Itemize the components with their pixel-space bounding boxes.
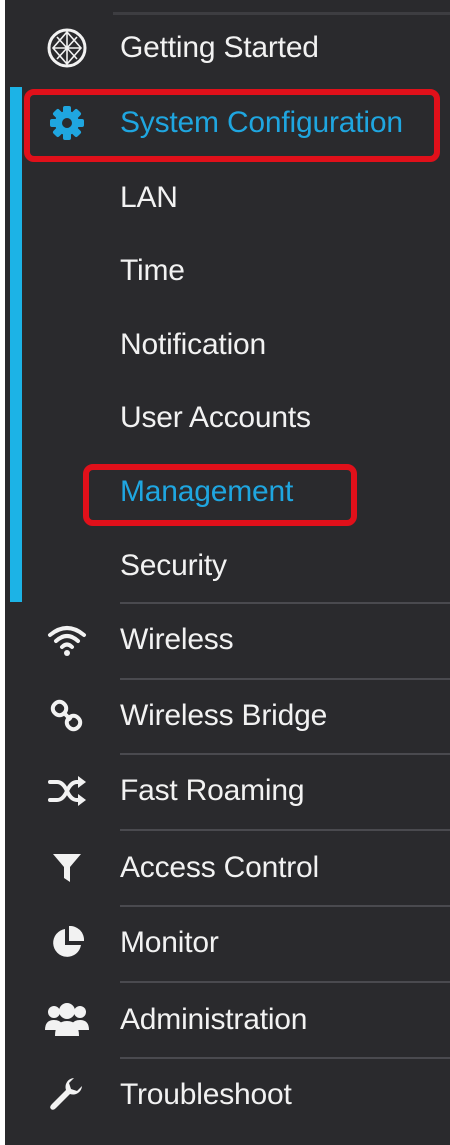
sidebar-item-fast-roaming[interactable]: Fast Roaming <box>5 766 450 816</box>
sidebar-nav: Getting Started System Configuration LAN… <box>5 0 450 1145</box>
sidebar-item-label: Access Control <box>120 851 319 884</box>
divider <box>120 678 450 680</box>
highlight-box-management <box>83 464 357 526</box>
sidebar-item-access-control[interactable]: Access Control <box>5 843 450 893</box>
sidebar-item-administration[interactable]: Administration <box>5 995 450 1045</box>
sidebar-item-wireless-bridge[interactable]: Wireless Bridge <box>5 691 450 741</box>
sidebar-item-wireless[interactable]: Wireless <box>5 615 450 665</box>
pie-chart-icon <box>41 921 93 965</box>
sidebar-item-label: Troubleshoot <box>120 1078 292 1111</box>
users-icon <box>41 998 93 1042</box>
wifi-icon <box>41 618 93 662</box>
sidebar-item-label: Time <box>120 254 185 287</box>
shuffle-icon <box>41 769 93 813</box>
sidebar-subitem-security[interactable]: Security <box>5 541 450 591</box>
sidebar-item-label: Fast Roaming <box>120 774 305 807</box>
getting-started-icon <box>41 26 93 70</box>
top-divider <box>113 12 450 15</box>
sidebar-subitem-time[interactable]: Time <box>5 246 450 296</box>
sidebar-item-troubleshoot[interactable]: Troubleshoot <box>5 1070 450 1120</box>
sidebar-subitem-notification[interactable]: Notification <box>5 320 450 370</box>
sidebar-item-label: LAN <box>120 181 178 214</box>
sidebar-item-label: Wireless <box>120 623 234 656</box>
divider <box>120 1057 450 1059</box>
sidebar-subitem-user-accounts[interactable]: User Accounts <box>5 393 450 443</box>
divider <box>120 602 450 604</box>
sidebar-item-getting-started[interactable]: Getting Started <box>5 23 450 73</box>
sidebar-item-label: User Accounts <box>120 401 311 434</box>
link-icon <box>41 694 93 738</box>
sidebar-item-label: Monitor <box>120 926 219 959</box>
sidebar-item-label: Wireless Bridge <box>120 699 328 732</box>
wrench-icon <box>41 1073 93 1117</box>
filter-icon <box>41 846 93 890</box>
sidebar-item-monitor[interactable]: Monitor <box>5 918 450 968</box>
divider <box>120 905 450 907</box>
sidebar-item-label: Administration <box>120 1003 308 1036</box>
divider <box>120 981 450 983</box>
sidebar-subitem-lan[interactable]: LAN <box>5 173 450 223</box>
divider <box>120 829 450 831</box>
divider <box>120 753 450 755</box>
sidebar-item-label: Notification <box>120 328 267 361</box>
sidebar-item-label: Getting Started <box>120 31 319 64</box>
sidebar-item-label: Security <box>120 549 227 582</box>
highlight-box-system-configuration <box>24 89 440 162</box>
